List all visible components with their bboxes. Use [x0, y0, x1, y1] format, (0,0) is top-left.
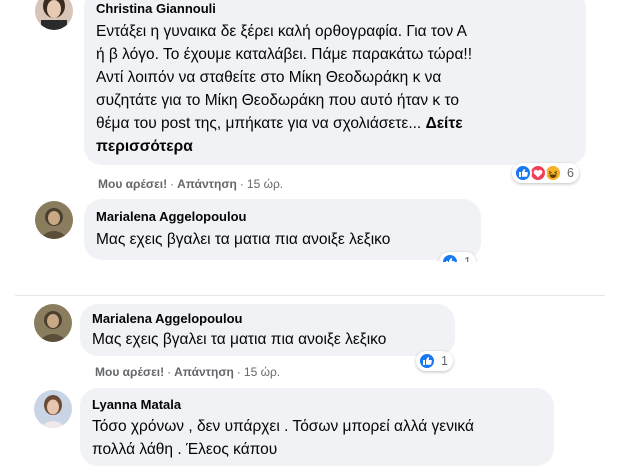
comment-text: Τόσο χρόνων , δεν υπάρχει . Τόσων μπορεί…: [92, 415, 542, 461]
comment-text-line: πολλά λάθη . Έλεος κάπου: [92, 441, 278, 458]
comment-bubble-lyanna: Lyanna Matala Τόσο χρόνων , δεν υπάρχει …: [80, 388, 554, 466]
like-reaction-icon: [514, 164, 532, 182]
avatar-lyanna[interactable]: [34, 390, 72, 428]
comment-lyanna: Lyanna Matala Τόσο χρόνων , δεν υπάρχει …: [0, 0, 621, 474]
comment-text-line: Τόσο χρόνων , δεν υπάρχει . Τόσων μπορεί…: [92, 418, 474, 435]
comment-author[interactable]: Lyanna Matala: [92, 396, 542, 414]
